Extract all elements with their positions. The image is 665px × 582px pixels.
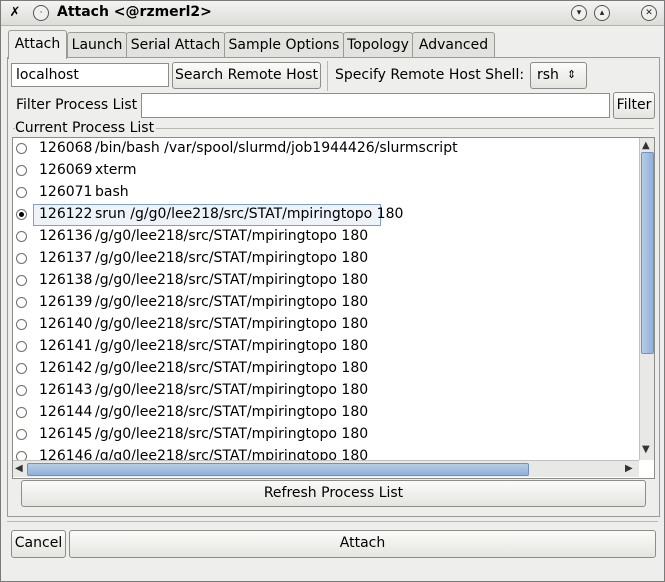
process-pid: 126142 — [39, 360, 93, 376]
filter-label: Filter Process List — [16, 97, 138, 113]
process-row[interactable]: 126144/g/g0/lee218/src/STAT/mpiringtopo … — [13, 402, 637, 424]
process-command: /g/g0/lee218/src/STAT/mpiringtopo 180 — [95, 360, 369, 376]
process-pid: 126139 — [39, 294, 93, 310]
process-row[interactable]: 126071 bash — [13, 182, 637, 204]
process-row[interactable]: 126136/g/g0/lee218/src/STAT/mpiringtopo … — [13, 226, 637, 248]
tab-advanced[interactable]: Advanced — [412, 32, 495, 57]
process-pid: 126069 — [39, 162, 93, 178]
tab-serial-attach[interactable]: Serial Attach — [126, 32, 225, 57]
process-pid: 126143 — [39, 382, 93, 398]
cancel-button[interactable]: Cancel — [11, 530, 66, 558]
process-pid: 126138 — [39, 272, 93, 288]
x-icon: ✗ — [9, 5, 21, 20]
footer-divider — [7, 521, 658, 522]
horizontal-scroll-thumb[interactable] — [27, 463, 529, 476]
attach-window: ✗ · Attach <@rzmerl2> ▾ ▴ ✕ Attach Launc… — [0, 0, 665, 582]
minimize-button[interactable]: ▾ — [571, 5, 587, 21]
process-row[interactable]: 126068/bin/bash /var/spool/slurmd/job194… — [13, 138, 637, 160]
process-radio[interactable] — [16, 209, 27, 220]
chevron-up-icon: ▴ — [599, 8, 605, 18]
process-radio[interactable] — [16, 231, 27, 242]
filter-input[interactable] — [141, 93, 610, 118]
filter-button[interactable]: Filter — [613, 92, 655, 119]
process-pid: 126145 — [39, 426, 93, 442]
shell-select-value: rsh — [537, 67, 559, 83]
process-radio[interactable] — [16, 143, 27, 154]
process-command: /g/g0/lee218/src/STAT/mpiringtopo 180 — [95, 316, 369, 332]
scroll-up-icon[interactable]: ▲ — [642, 140, 650, 152]
scroll-right-icon[interactable]: ▶ — [625, 463, 633, 475]
process-command: /g/g0/lee218/src/STAT/mpiringtopo 180 — [95, 228, 369, 244]
process-command: /g/g0/lee218/src/STAT/mpiringtopo 180 — [95, 404, 369, 420]
process-radio[interactable] — [16, 187, 27, 198]
horizontal-scrollbar[interactable]: ◀ ▶ — [13, 460, 639, 477]
process-list[interactable]: 126068/bin/bash /var/spool/slurmd/job194… — [12, 137, 655, 479]
process-radio[interactable] — [16, 165, 27, 176]
title-bar: ✗ · Attach <@rzmerl2> ▾ ▴ ✕ — [1, 1, 664, 26]
process-command: /g/g0/lee218/src/STAT/mpiringtopo 180 — [95, 272, 369, 288]
process-command: /g/g0/lee218/src/STAT/mpiringtopo 180 — [95, 338, 369, 354]
tab-sample-options[interactable]: Sample Options — [224, 32, 344, 57]
process-radio[interactable] — [16, 385, 27, 396]
process-pid: 126068 — [39, 140, 93, 156]
process-list-title: Current Process List — [15, 120, 157, 136]
process-pid: 126122 — [39, 206, 93, 222]
process-radio[interactable] — [16, 319, 27, 330]
process-command: bash — [95, 184, 129, 200]
process-pid: 126140 — [39, 316, 93, 332]
process-command: xterm — [95, 162, 137, 178]
process-row[interactable]: 126138/g/g0/lee218/src/STAT/mpiringtopo … — [13, 270, 637, 292]
process-row[interactable]: 126139/g/g0/lee218/src/STAT/mpiringtopo … — [13, 292, 637, 314]
process-command: srun /g/g0/lee218/src/STAT/mpiringtopo 1… — [95, 206, 404, 222]
process-pid: 126137 — [39, 250, 93, 266]
shell-select[interactable]: rsh ⇕ — [530, 62, 587, 89]
process-command: /g/g0/lee218/src/STAT/mpiringtopo 180 — [95, 426, 369, 442]
process-row[interactable]: 126145/g/g0/lee218/src/STAT/mpiringtopo … — [13, 424, 637, 446]
process-row[interactable]: 126137/g/g0/lee218/src/STAT/mpiringtopo … — [13, 248, 637, 270]
process-row[interactable]: 126140/g/g0/lee218/src/STAT/mpiringtopo … — [13, 314, 637, 336]
vertical-scroll-thumb[interactable] — [641, 152, 654, 354]
window-title: Attach <@rzmerl2> — [57, 4, 212, 20]
process-radio[interactable] — [16, 429, 27, 440]
process-radio[interactable] — [16, 341, 27, 352]
process-radio[interactable] — [16, 297, 27, 308]
scroll-left-icon[interactable]: ◀ — [15, 463, 23, 475]
refresh-process-list-button[interactable]: Refresh Process List — [21, 480, 646, 507]
process-row[interactable]: 126142/g/g0/lee218/src/STAT/mpiringtopo … — [13, 358, 637, 380]
close-icon: ✕ — [645, 8, 653, 18]
process-command: /g/g0/lee218/src/STAT/mpiringtopo 180 — [95, 294, 369, 310]
process-command: /g/g0/lee218/src/STAT/mpiringtopo 180 — [95, 382, 369, 398]
process-command: /bin/bash /var/spool/slurmd/job1944426/s… — [95, 140, 458, 156]
process-pid: 126136 — [39, 228, 93, 244]
process-pid: 126144 — [39, 404, 93, 420]
process-radio[interactable] — [16, 407, 27, 418]
process-row[interactable]: 126141/g/g0/lee218/src/STAT/mpiringtopo … — [13, 336, 637, 358]
shell-label: Specify Remote Host Shell: — [335, 67, 525, 83]
process-pid: 126141 — [39, 338, 93, 354]
remote-host-input[interactable] — [11, 63, 169, 87]
updown-chevron-icon: ⇕ — [567, 68, 577, 81]
maximize-button[interactable]: ▴ — [594, 5, 610, 21]
scroll-down-icon[interactable]: ▼ — [642, 444, 650, 456]
process-row[interactable]: 126143/g/g0/lee218/src/STAT/mpiringtopo … — [13, 380, 637, 402]
attach-button[interactable]: Attach — [69, 530, 656, 558]
process-radio[interactable] — [16, 275, 27, 286]
divider — [327, 61, 328, 91]
close-button[interactable]: ✕ — [641, 5, 657, 21]
window-menu-button[interactable]: · — [33, 5, 49, 21]
tab-launch[interactable]: Launch — [67, 32, 127, 57]
process-command: /g/g0/lee218/src/STAT/mpiringtopo 180 — [95, 250, 369, 266]
process-radio[interactable] — [16, 363, 27, 374]
process-pid: 126071 — [39, 184, 93, 200]
process-row[interactable]: 126122 srun /g/g0/lee218/src/STAT/mpiring… — [13, 204, 637, 226]
process-radio[interactable] — [16, 253, 27, 264]
tab-topology[interactable]: Topology — [343, 32, 413, 57]
search-remote-host-button[interactable]: Search Remote Host — [172, 62, 321, 89]
tab-attach[interactable]: Attach — [8, 30, 67, 59]
vertical-scrollbar[interactable]: ▲ ▼ — [639, 138, 654, 460]
process-row[interactable]: 126069 xterm — [13, 160, 637, 182]
chevron-down-icon: ▾ — [576, 8, 582, 18]
